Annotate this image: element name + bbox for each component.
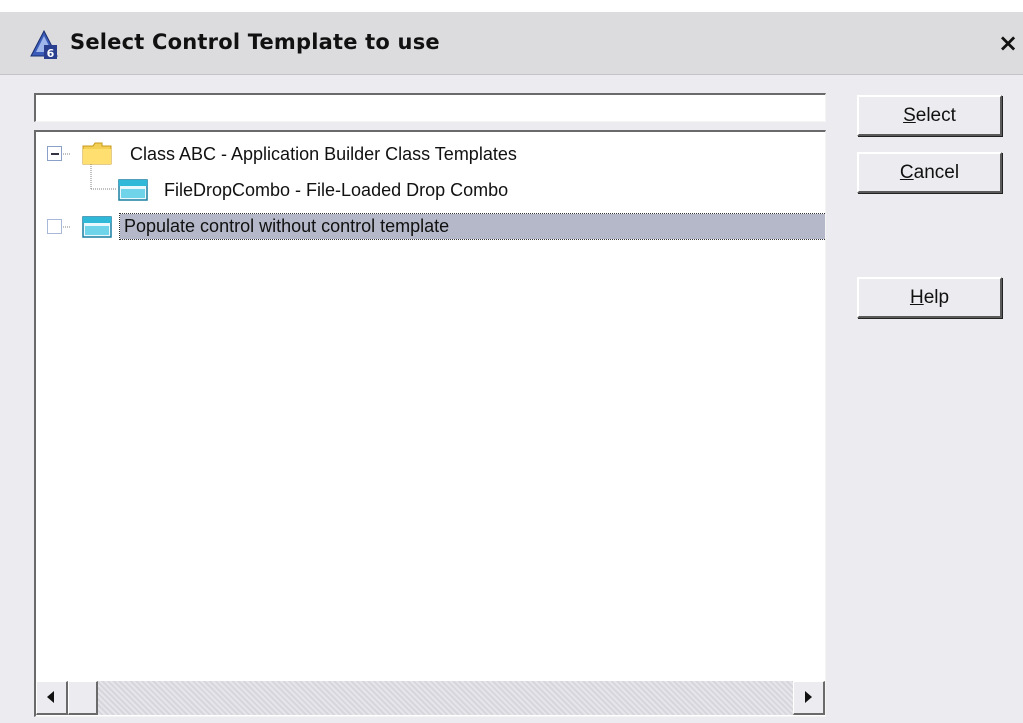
app-icon: 6 — [30, 30, 58, 60]
tree-item-populate-without-template[interactable]: Populate control without control templat… — [119, 210, 825, 242]
help-button[interactable]: Help — [857, 277, 1002, 318]
arrow-right-icon — [805, 691, 812, 703]
tree-item-label: Populate control without control templat… — [119, 212, 825, 240]
arrow-left-icon — [47, 691, 54, 703]
template-tree[interactable]: Class ABC - Application Builder Class Te… — [34, 130, 826, 717]
window-title: Select Control Template to use — [70, 30, 440, 54]
scroll-thumb[interactable] — [68, 681, 98, 715]
tree-item-class-abc[interactable]: Class ABC - Application Builder Class Te… — [126, 138, 521, 170]
select-label-rest: elect — [915, 104, 956, 126]
cancel-button[interactable]: Cancel — [857, 152, 1002, 193]
scroll-left-button[interactable] — [36, 681, 68, 715]
scroll-right-button[interactable] — [793, 681, 825, 715]
folder-icon — [82, 142, 112, 165]
collapse-toggle[interactable] — [47, 146, 62, 161]
cancel-accel: C — [899, 161, 914, 183]
dialog-window: 6 Select Control Template to use × Class… — [0, 0, 1023, 723]
select-accel: S — [903, 104, 916, 126]
help-label-rest: elp — [923, 286, 950, 308]
window-top-edge — [0, 0, 1023, 12]
title-bar[interactable]: 6 Select Control Template to use × — [0, 12, 1023, 75]
filter-input[interactable] — [34, 93, 826, 122]
select-button[interactable]: Select — [857, 95, 1002, 136]
tree-item-label: FileDropCombo - File-Loaded Drop Combo — [164, 179, 509, 200]
tree-item-label: Class ABC - Application Builder Class Te… — [130, 143, 517, 164]
leaf-node-box — [47, 219, 62, 234]
template-icon — [82, 216, 112, 238]
horizontal-scrollbar[interactable] — [36, 681, 825, 715]
cancel-label-rest: ancel — [913, 161, 960, 183]
tree-item-filedropcombo[interactable]: FileDropCombo - File-Loaded Drop Combo — [160, 174, 512, 206]
help-accel: H — [909, 286, 924, 308]
svg-text:6: 6 — [47, 47, 55, 60]
template-icon — [118, 179, 148, 201]
close-button[interactable]: × — [995, 28, 1021, 58]
